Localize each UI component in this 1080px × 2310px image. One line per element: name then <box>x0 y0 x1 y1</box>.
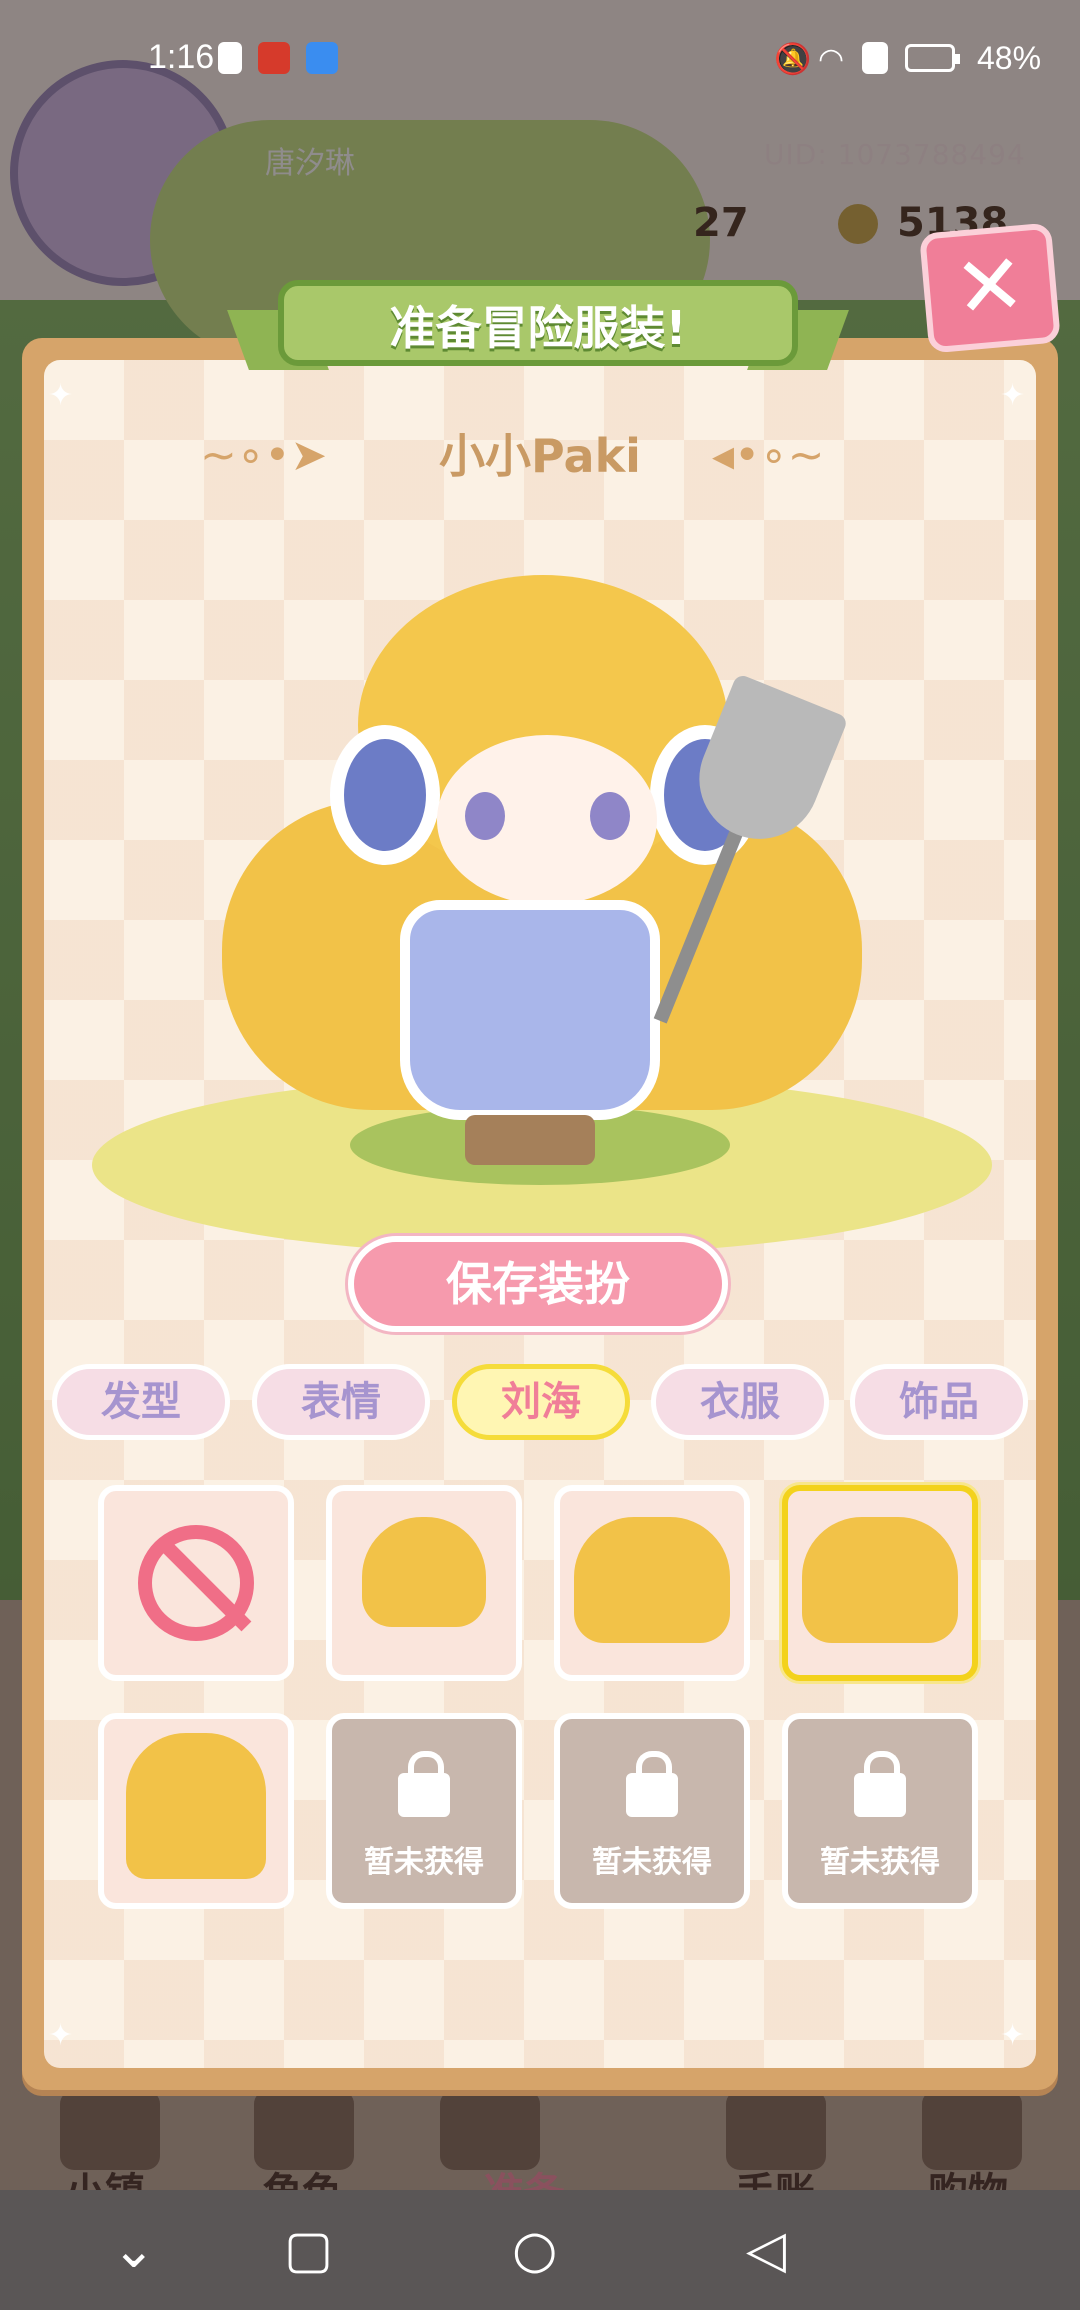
locked-label: 暂未获得 <box>592 1845 712 1880</box>
character-outfit <box>400 900 660 1120</box>
tab-bangs[interactable]: 刘海 <box>452 1364 630 1440</box>
sparkle-icon: ✦ <box>48 2018 74 2053</box>
lock-icon <box>854 1751 906 1817</box>
sparkle-icon: ✦ <box>1000 378 1026 413</box>
taobao-icon <box>258 42 290 74</box>
item-slot-bangs[interactable] <box>326 1485 522 1681</box>
dialog-title: 准备冒险服装! <box>389 301 687 355</box>
back-icon[interactable]: ◁ <box>746 2222 786 2278</box>
item-slot-none[interactable] <box>98 1485 294 1681</box>
town-icon <box>60 2090 160 2170</box>
item-slot-locked[interactable]: 暂未获得 <box>326 1713 522 1909</box>
battery-icon <box>905 44 960 72</box>
status-time: 1:16 <box>148 38 215 76</box>
coin-icon <box>838 204 878 244</box>
character-boots <box>465 1115 595 1165</box>
character-name: 小小Paki <box>439 429 641 483</box>
flourish-left-icon: ~∘•➤ <box>200 430 328 481</box>
tab-hairstyle[interactable]: 发型 <box>52 1364 230 1440</box>
item-slot-bangs[interactable] <box>554 1485 750 1681</box>
collapse-icon[interactable]: ⌄ <box>112 2222 156 2278</box>
player-level: 27 <box>693 200 749 246</box>
sparkle-icon: ✦ <box>1000 2018 1026 2053</box>
character-icon <box>254 2090 354 2170</box>
lock-icon <box>398 1751 450 1817</box>
item-slot-locked[interactable]: 暂未获得 <box>782 1713 978 1909</box>
locked-label: 暂未获得 <box>820 1845 940 1880</box>
item-slot-locked[interactable]: 暂未获得 <box>554 1713 750 1909</box>
notification-icon <box>862 42 888 74</box>
dialog-title-ribbon: 准备冒险服装! <box>227 270 849 380</box>
tab-expression[interactable]: 表情 <box>252 1364 430 1440</box>
cloud-icon <box>306 42 338 74</box>
bangs-icon <box>362 1517 486 1627</box>
player-name: 唐汐琳 <box>265 146 355 181</box>
sparkle-icon: ✦ <box>48 378 74 413</box>
home-icon[interactable]: ○ <box>512 2222 557 2278</box>
mute-bell-icon: 🔕 <box>774 42 812 77</box>
tab-accessory[interactable]: 饰品 <box>850 1364 1028 1440</box>
shop-icon <box>922 2090 1022 2170</box>
close-button[interactable]: ✕ <box>919 222 1061 354</box>
item-slot-bangs[interactable] <box>98 1713 294 1909</box>
no-bangs-icon <box>138 1525 254 1641</box>
status-bar: 1:16 🔕 ◠ 48% <box>0 0 1080 120</box>
flourish-right-icon: ◂•∘~ <box>712 430 825 481</box>
bangs-icon <box>802 1517 958 1643</box>
bangs-icon <box>126 1733 266 1879</box>
recents-icon[interactable]: ▢ <box>284 2222 333 2278</box>
journal-icon <box>726 2090 826 2170</box>
character-eye-right <box>590 792 630 840</box>
character-eye-left <box>465 792 505 840</box>
tab-clothes[interactable]: 衣服 <box>651 1364 829 1440</box>
bangs-icon <box>574 1517 730 1643</box>
lock-icon <box>626 1751 678 1817</box>
save-outfit-button[interactable]: 保存装扮 <box>348 1236 728 1332</box>
hourglass-icon <box>218 42 242 74</box>
prepare-icon <box>440 2090 540 2170</box>
battery-percent: 48% <box>977 40 1042 76</box>
earmuff-left <box>330 725 440 865</box>
wifi-icon: ◠ <box>818 42 845 77</box>
player-uid: UID: 1073788494 <box>764 138 1026 171</box>
locked-label: 暂未获得 <box>364 1845 484 1880</box>
item-slot-bangs-selected[interactable] <box>782 1485 978 1681</box>
close-icon: ✕ <box>950 234 1030 338</box>
